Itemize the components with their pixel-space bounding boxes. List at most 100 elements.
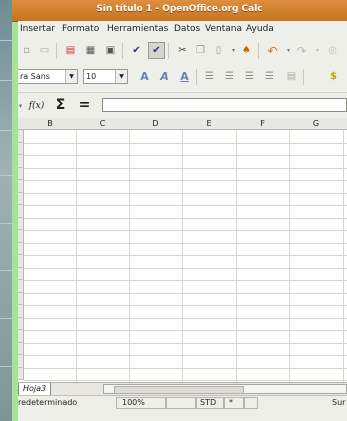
row-header[interactable]: [18, 355, 24, 368]
grid-row-line: [24, 192, 347, 194]
row-header[interactable]: [18, 142, 24, 155]
print-icon[interactable]: ▦: [82, 42, 99, 59]
column-header-b[interactable]: B: [24, 118, 77, 130]
merge-cells-icon[interactable]: ▤: [283, 68, 300, 85]
edit-mode-icon[interactable]: ▭: [36, 42, 53, 59]
formatting-toolbar: ra Sans ▼ 10 ▼ A A A ☰ ☰ ☰ ☰ ▤ $: [18, 64, 347, 90]
function-wizard-icon[interactable]: f(x): [28, 97, 45, 114]
column-header-c[interactable]: C: [76, 118, 130, 130]
standard-toolbar: ▫ ▭ ▤ ▦ ▣ ✔ ✔ ✂ ❐ ▯ ▾ ♠ ↶ ▾ ↷ ▾ ◎: [18, 38, 347, 64]
page-style-status: redeterminado: [18, 398, 78, 407]
row-header[interactable]: [18, 317, 24, 330]
grid-row-line: [24, 167, 347, 169]
align-right-icon[interactable]: ☰: [241, 68, 258, 85]
grid-row-line: [24, 280, 347, 281]
scrollbar-thumb[interactable]: [114, 386, 244, 394]
menu-ayuda[interactable]: Ayuda: [246, 24, 274, 34]
spellcheck-icon[interactable]: ✔: [128, 42, 145, 59]
horizontal-scrollbar[interactable]: [103, 384, 347, 394]
edit-file-icon[interactable]: ▫: [18, 42, 35, 59]
row-header[interactable]: [18, 330, 24, 343]
bold-icon[interactable]: A: [136, 68, 153, 85]
column-header-f[interactable]: F: [236, 118, 290, 130]
grid-column-line: [343, 130, 344, 382]
grid-row-line: [24, 267, 347, 269]
menu-bar: Insertar Formato Herramientas Datos Vent…: [18, 21, 347, 38]
row-header[interactable]: [18, 267, 24, 280]
align-center-icon[interactable]: ☰: [221, 68, 238, 85]
copy-icon[interactable]: ❐: [192, 42, 209, 59]
row-header[interactable]: [18, 342, 24, 355]
row-header[interactable]: [18, 217, 24, 230]
row-header[interactable]: [18, 155, 24, 168]
font-name-combo[interactable]: ra Sans ▼: [18, 69, 78, 84]
menu-ventana[interactable]: Ventana: [205, 24, 242, 34]
row-header[interactable]: [18, 305, 24, 318]
selection-mode-status[interactable]: STD: [200, 398, 216, 407]
font-size-combo[interactable]: 10 ▼: [83, 69, 128, 84]
formula-bar: ▾ f(x) Σ =: [18, 92, 347, 117]
align-left-icon[interactable]: ☰: [201, 68, 218, 85]
spreadsheet-grid[interactable]: B C D E F G: [18, 118, 347, 382]
page-preview-icon[interactable]: ▣: [102, 42, 119, 59]
underline-icon[interactable]: A: [176, 68, 193, 85]
grid-row-line: [24, 242, 347, 244]
grid-row-line: [24, 230, 347, 231]
column-header-g[interactable]: G: [289, 118, 344, 130]
grid-row-line: [24, 305, 347, 306]
grid-row-line: [24, 342, 347, 344]
zoom-status[interactable]: 100%: [122, 398, 145, 407]
window-title: Sin título 1 - OpenOffice.org Calc: [96, 4, 263, 14]
row-header[interactable]: [18, 167, 24, 180]
row-header[interactable]: [18, 180, 24, 193]
grid-column-line: [129, 130, 130, 382]
chevron-down-icon[interactable]: ▼: [115, 70, 127, 83]
sum-icon[interactable]: Σ: [52, 96, 69, 113]
menu-herramientas[interactable]: Herramientas: [107, 24, 168, 34]
autospellcheck-icon[interactable]: ✔: [148, 42, 165, 59]
export-pdf-icon[interactable]: ▤: [62, 42, 79, 59]
title-bar[interactable]: Sin título 1 - OpenOffice.org Calc: [12, 0, 347, 22]
grid-row-line: [24, 217, 347, 219]
desktop-edge: [0, 0, 12, 421]
formula-input[interactable]: [102, 98, 347, 112]
column-header-d[interactable]: D: [129, 118, 183, 130]
row-header[interactable]: [18, 205, 24, 218]
grid-row-line: [24, 292, 347, 294]
menu-insertar[interactable]: Insertar: [20, 24, 55, 34]
chevron-down-icon[interactable]: ▼: [65, 70, 77, 83]
grid-row-line: [24, 255, 347, 256]
grid-row-line: [24, 355, 347, 356]
row-header[interactable]: [18, 367, 24, 380]
cut-icon[interactable]: ✂: [174, 42, 191, 59]
row-header[interactable]: [18, 230, 24, 243]
undo-icon[interactable]: ↶: [264, 42, 281, 59]
grid-column-line: [236, 130, 237, 382]
justify-icon[interactable]: ☰: [261, 68, 278, 85]
row-header[interactable]: [18, 242, 24, 255]
currency-icon[interactable]: $: [325, 68, 342, 85]
row-header[interactable]: [18, 192, 24, 205]
redo-icon[interactable]: ↷: [293, 42, 310, 59]
column-header-h[interactable]: [343, 118, 347, 130]
menu-datos[interactable]: Datos: [174, 24, 200, 34]
font-name-value: ra Sans: [20, 72, 50, 81]
grid-row-line: [24, 180, 347, 181]
calc-window: Sin título 1 - OpenOffice.org Calc Inser…: [12, 0, 347, 421]
column-header-e[interactable]: E: [182, 118, 237, 130]
grid-row-line: [24, 205, 347, 206]
document-modified-status: *: [229, 398, 233, 407]
status-bar: redeterminado 100% STD * Sur: [18, 395, 347, 410]
grid-row-line: [24, 330, 347, 331]
row-header[interactable]: [18, 255, 24, 268]
row-header[interactable]: [18, 280, 24, 293]
row-header[interactable]: [18, 292, 24, 305]
row-header[interactable]: [18, 130, 24, 143]
italic-icon[interactable]: A: [156, 68, 173, 85]
font-size-value: 10: [86, 72, 97, 81]
formula-equals-icon[interactable]: =: [76, 96, 93, 113]
format-paintbrush-icon[interactable]: ♠: [238, 42, 255, 59]
hyperlink-icon[interactable]: ◎: [324, 42, 341, 59]
menu-formato[interactable]: Formato: [62, 24, 99, 34]
grid-row-line: [24, 155, 347, 156]
